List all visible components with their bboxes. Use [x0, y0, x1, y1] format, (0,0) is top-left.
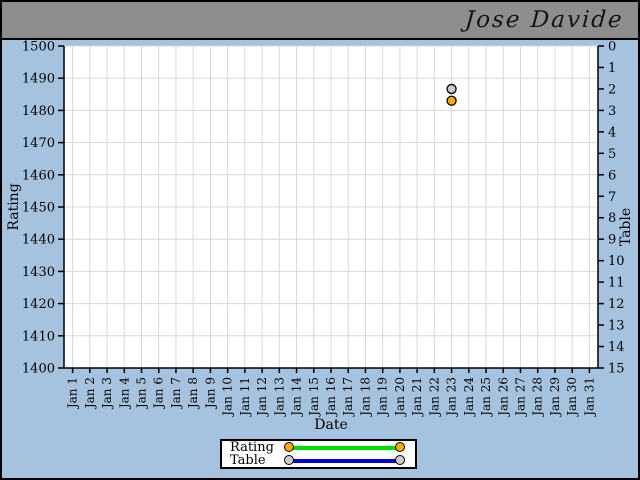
- table-marker-icon: [395, 455, 405, 465]
- rating-marker-icon: [395, 442, 405, 452]
- svg-text:2: 2: [608, 82, 616, 97]
- rating-chart: 1400 1410 1420 1430 1440 1450 1460 1470 1480 1490…: [2, 40, 638, 478]
- svg-text:11: 11: [608, 276, 625, 291]
- svg-text:Jan 21: Jan 21: [410, 377, 424, 418]
- svg-text:Jan 27: Jan 27: [513, 377, 527, 418]
- legend-box: Rating Table: [220, 439, 417, 469]
- svg-text:1470: 1470: [22, 136, 55, 151]
- svg-text:Jan 25: Jan 25: [479, 377, 493, 418]
- svg-text:Jan 12: Jan 12: [255, 377, 269, 418]
- svg-text:9: 9: [608, 233, 616, 248]
- svg-text:8: 8: [608, 211, 616, 226]
- date-axis-title: Date: [314, 417, 347, 433]
- table-line-sample: [289, 459, 400, 463]
- svg-text:1500: 1500: [22, 40, 55, 55]
- series-table: [446, 83, 457, 95]
- svg-text:Jan 7: Jan 7: [169, 377, 183, 410]
- svg-text:Jan 29: Jan 29: [548, 377, 562, 418]
- svg-text:Jan 6: Jan 6: [152, 377, 166, 410]
- left-axis-rating: 1400 1410 1420 1430 1440 1450 1460 1470 1480 1490…: [22, 40, 64, 377]
- svg-text:14: 14: [608, 340, 625, 355]
- rating-table-plot: 1400141014201430144014501460147014801490…: [6, 40, 634, 433]
- title-bar: Jose Davide: [2, 2, 638, 38]
- svg-text:7: 7: [608, 190, 616, 205]
- svg-text:0: 0: [608, 40, 616, 55]
- bottom-axis-dates: Jan 1 Jan 2 Jan 3 Jan 4 Jan 5 Jan 6 Jan 7 Jan 8…: [66, 368, 596, 418]
- svg-text:Jan 17: Jan 17: [341, 377, 355, 418]
- table-marker-icon: [284, 455, 294, 465]
- svg-text:1410: 1410: [22, 329, 55, 344]
- svg-text:1420: 1420: [22, 297, 55, 312]
- svg-text:1450: 1450: [22, 201, 55, 216]
- svg-text:Jan 1: Jan 1: [66, 377, 80, 410]
- svg-text:1440: 1440: [22, 233, 55, 248]
- legend-label-table: Table: [230, 453, 266, 468]
- svg-text:4: 4: [608, 125, 616, 140]
- svg-text:Jan 18: Jan 18: [358, 377, 372, 418]
- svg-text:13: 13: [608, 319, 625, 334]
- svg-text:3: 3: [608, 104, 616, 119]
- svg-text:Jan 14: Jan 14: [290, 377, 304, 418]
- svg-text:Jan 9: Jan 9: [203, 377, 217, 410]
- rating-marker-icon: [284, 442, 294, 452]
- svg-text:1460: 1460: [22, 168, 55, 183]
- table-axis-title: Table: [618, 208, 634, 246]
- svg-text:Jan 19: Jan 19: [376, 377, 390, 418]
- svg-text:1400: 1400: [22, 362, 55, 377]
- svg-text:Jan 15: Jan 15: [307, 377, 321, 418]
- svg-text:Jan 4: Jan 4: [117, 377, 131, 411]
- svg-text:Jan 24: Jan 24: [462, 377, 476, 418]
- svg-text:5: 5: [608, 147, 616, 162]
- svg-text:1430: 1430: [22, 265, 55, 280]
- svg-text:Jan 23: Jan 23: [445, 377, 459, 418]
- svg-text:Jan 26: Jan 26: [496, 377, 510, 418]
- legend-item-table: Table: [230, 454, 405, 467]
- legend-swatch-table: [284, 454, 405, 467]
- svg-text:Jan 8: Jan 8: [186, 377, 200, 410]
- svg-text:Jan 3: Jan 3: [100, 377, 114, 410]
- svg-text:1490: 1490: [22, 72, 55, 87]
- rating-axis-title: Rating: [6, 183, 22, 230]
- player-name-title: Jose Davide: [464, 7, 625, 33]
- svg-text:Jan 28: Jan 28: [531, 377, 545, 418]
- svg-text:15: 15: [608, 362, 625, 377]
- svg-text:Jan 10: Jan 10: [221, 377, 235, 418]
- svg-text:Jan 20: Jan 20: [393, 377, 407, 418]
- legend-swatch-rating: [284, 441, 405, 454]
- svg-text:Jan 13: Jan 13: [272, 377, 286, 418]
- rating-line-sample: [289, 446, 400, 450]
- svg-text:Jan 16: Jan 16: [324, 377, 338, 418]
- svg-text:1: 1: [608, 61, 616, 76]
- svg-text:Jan 31: Jan 31: [582, 377, 596, 418]
- svg-text:Jan 5: Jan 5: [135, 377, 149, 410]
- svg-text:1480: 1480: [22, 104, 55, 119]
- svg-text:Jan 30: Jan 30: [565, 377, 579, 418]
- svg-text:6: 6: [608, 168, 616, 183]
- series-rating: [446, 95, 457, 106]
- svg-text:12: 12: [608, 297, 625, 312]
- svg-text:10: 10: [608, 254, 625, 269]
- svg-text:Jan 11: Jan 11: [238, 377, 252, 418]
- svg-text:Jan 2: Jan 2: [83, 377, 97, 410]
- svg-text:Jan 22: Jan 22: [427, 377, 441, 418]
